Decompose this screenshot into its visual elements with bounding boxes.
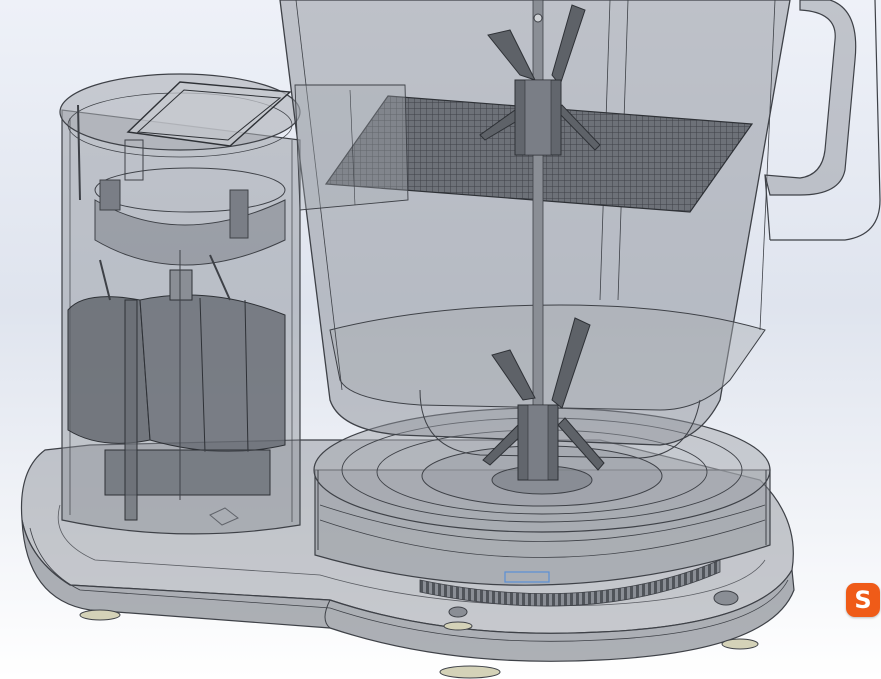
motor-housing	[59, 73, 301, 535]
badge-letter: S	[854, 586, 872, 614]
sogou-ime-icon[interactable]: S	[846, 583, 880, 617]
side-panel	[294, 84, 409, 211]
blender-assembly-model[interactable]	[0, 0, 881, 679]
cad-3d-viewport[interactable]: S	[0, 0, 881, 679]
blender-jar	[279, 0, 881, 459]
